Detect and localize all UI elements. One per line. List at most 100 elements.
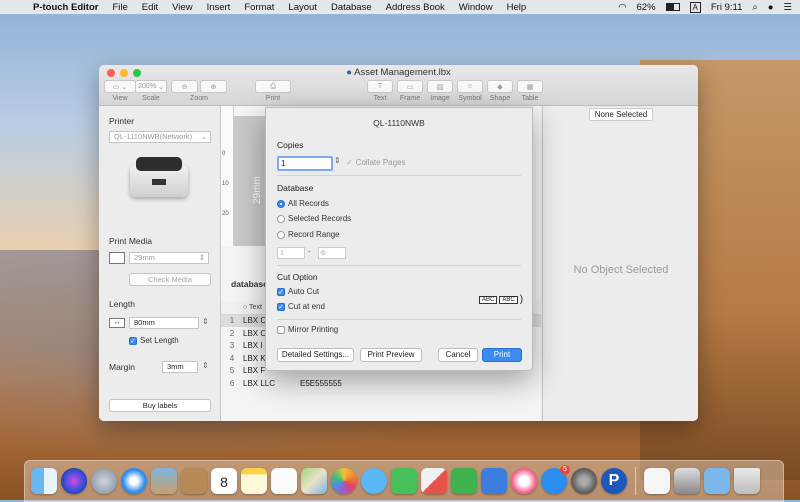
check-media-button[interactable]: Check Media [129, 273, 211, 286]
range-to-field[interactable]: 6 [318, 247, 346, 259]
margin-heading: Margin [109, 362, 135, 372]
frame-tool-icon: ▭ [397, 80, 423, 93]
mirror-printing-checkbox[interactable]: Mirror Printing [277, 325, 338, 334]
radio-icon [277, 230, 285, 239]
maps-icon[interactable] [301, 468, 327, 494]
contacts-icon[interactable] [181, 468, 207, 494]
detailed-settings-button[interactable]: Detailed Settings... [277, 348, 354, 362]
menu-database[interactable]: Database [324, 2, 379, 13]
menu-help[interactable]: Help [500, 2, 534, 13]
zoom-in-icon[interactable]: ⊕ [200, 80, 227, 93]
shape-tool-label: Shape [489, 95, 511, 102]
mirror-printing-label: Mirror Printing [288, 325, 339, 334]
calendar-icon[interactable]: 8 [211, 468, 237, 494]
textedit-icon[interactable] [644, 468, 670, 494]
symbol-tool[interactable]: ☺ Symbol [457, 80, 483, 102]
photo-icon[interactable] [151, 468, 177, 494]
notification-center-icon[interactable]: ☰ [783, 2, 792, 13]
row-cell: LBX LLC [243, 378, 276, 388]
menu-address-book[interactable]: Address Book [379, 2, 452, 13]
printer-icon: ⎙ [255, 80, 291, 93]
column-header-text[interactable]: ○ Text [243, 304, 262, 311]
folder-icon[interactable] [704, 468, 730, 494]
print-toolbar-button[interactable]: ⎙ Print [255, 80, 291, 102]
margin-field[interactable]: 3mm [162, 361, 198, 373]
clock[interactable]: Fri 9:11 [711, 2, 743, 13]
safari-icon[interactable] [121, 468, 147, 494]
divider [277, 175, 521, 176]
spotlight-icon[interactable]: ⌕ [752, 2, 757, 13]
buy-labels-button[interactable]: Buy labels [109, 399, 211, 412]
view-control[interactable]: ▭ ⌄ View [104, 80, 136, 102]
shape-tool[interactable]: ◆ Shape [487, 80, 513, 102]
table-row[interactable]: 6 LBX LLC E5E555555 [221, 377, 541, 390]
margin-stepper[interactable]: ⇕ [202, 361, 209, 370]
print-preview-button[interactable]: Print Preview [360, 348, 422, 362]
copies-field[interactable]: 1 [277, 156, 333, 171]
reminders-icon[interactable] [271, 468, 297, 494]
notes-icon[interactable] [241, 468, 267, 494]
auto-cut-checkbox[interactable]: ✓ Auto Cut [277, 287, 319, 296]
launchpad-icon[interactable] [91, 468, 117, 494]
input-source-icon[interactable]: A [689, 1, 701, 13]
facetime-icon[interactable] [391, 468, 417, 494]
system-preferences-icon[interactable] [571, 468, 597, 494]
print-button[interactable]: Print [482, 348, 522, 362]
copies-stepper[interactable]: ⇕ [334, 156, 341, 165]
menu-window[interactable]: Window [452, 2, 500, 13]
print-label: Print [265, 95, 281, 102]
none-selected-button[interactable]: None Selected [589, 108, 653, 121]
length-stepper[interactable]: ⇕ [202, 317, 209, 326]
user-icon[interactable]: ● [768, 2, 774, 13]
window-title-text: Asset Management.lbx [354, 67, 451, 78]
menu-file[interactable]: File [105, 2, 134, 13]
wifi-icon[interactable]: ◠ [618, 2, 626, 13]
table-tool[interactable]: ▦ Table [517, 80, 543, 102]
media-select[interactable]: 29mm ⇕ [129, 252, 209, 264]
menu-format[interactable]: Format [237, 2, 281, 13]
symbol-tool-icon: ☺ [457, 80, 483, 93]
text-tool[interactable]: T Text [367, 80, 393, 102]
printer-select[interactable]: QL-1110NWB(Network) ⌄ [109, 131, 211, 143]
dock-divider [635, 467, 636, 495]
cut-at-end-checkbox[interactable]: ✓ Cut at end [277, 302, 325, 311]
cancel-button[interactable]: Cancel [438, 348, 478, 362]
scale-control[interactable]: 200% ⌄ Scale [135, 80, 167, 102]
app-store-badge: 5 [560, 465, 570, 475]
length-heading: Length [109, 299, 135, 309]
battery-percent[interactable]: 62% [637, 2, 656, 13]
image-tool[interactable]: ▨ Image [427, 80, 453, 102]
length-field[interactable]: 80mm [129, 317, 199, 329]
news-icon[interactable] [421, 468, 447, 494]
ptouch-icon[interactable]: P [601, 468, 627, 494]
keynote-icon[interactable] [481, 468, 507, 494]
messages-icon[interactable] [361, 468, 387, 494]
collate-pages-checkbox[interactable]: ✓ Collate Pages [346, 158, 406, 167]
menu-edit[interactable]: Edit [135, 2, 165, 13]
left-properties-panel: Printer QL-1110NWB(Network) ⌄ Print Medi… [99, 106, 221, 421]
numbers-icon[interactable] [451, 468, 477, 494]
trash-icon[interactable] [734, 468, 760, 494]
range-from-field[interactable]: 1 [277, 247, 305, 259]
preview-icon[interactable] [674, 468, 700, 494]
all-records-radio[interactable]: All Records [277, 199, 329, 208]
frame-tool[interactable]: ▭ Frame [397, 80, 423, 102]
photos-icon[interactable] [331, 468, 357, 494]
menu-insert[interactable]: Insert [200, 2, 238, 13]
music-icon[interactable] [511, 468, 537, 494]
app-store-icon[interactable]: 5 [541, 465, 570, 494]
siri-icon[interactable] [61, 468, 87, 494]
menu-layout[interactable]: Layout [281, 2, 324, 13]
selected-records-radio[interactable]: Selected Records [277, 214, 351, 223]
checkmark-icon: ✓ [346, 158, 353, 167]
zoom-out-icon[interactable]: ⊖ [171, 80, 198, 93]
record-range-radio[interactable]: Record Range [277, 230, 340, 239]
battery-icon[interactable] [665, 3, 680, 11]
set-length-checkbox[interactable]: ✓ Set Length [129, 336, 179, 345]
finder-icon[interactable] [31, 468, 57, 494]
menu-view[interactable]: View [165, 2, 199, 13]
menu-app-name[interactable]: P-touch Editor [26, 2, 105, 13]
radio-icon [277, 214, 285, 223]
zoom-control[interactable]: ⊖ ⊕ Zoom [171, 80, 227, 102]
row-number: 6 [229, 378, 235, 388]
